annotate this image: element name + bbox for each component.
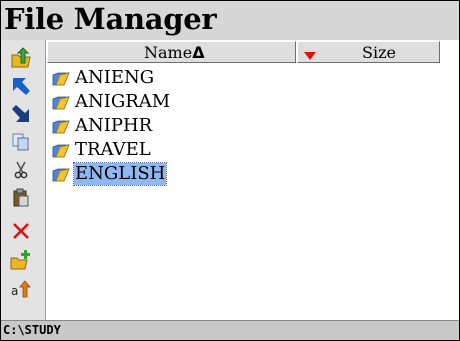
- paste-icon: [13, 188, 29, 207]
- file-name: ANIENG: [75, 67, 155, 88]
- list-item[interactable]: ANIENG: [48, 67, 348, 91]
- go-top-button[interactable]: [7, 73, 35, 99]
- folder-up-icon: [11, 47, 31, 68]
- file-name: TRAVEL: [75, 139, 151, 160]
- name-column-label: Name: [144, 43, 193, 62]
- file-name: ANIGRAM: [75, 91, 171, 112]
- column-header-bar: NameΔ Size: [46, 40, 459, 66]
- parent-folder-button[interactable]: [7, 45, 35, 71]
- arrow-down-right-icon: [12, 105, 29, 122]
- svg-text:a: a: [11, 284, 18, 298]
- folder-icon: [52, 117, 70, 139]
- folder-icon: [52, 93, 70, 115]
- sort-ascending-icon: Δ: [192, 43, 205, 62]
- list-item-selected[interactable]: ENGLISH: [48, 162, 348, 187]
- arrow-up-left-icon: [13, 78, 30, 95]
- list-item[interactable]: ANIGRAM: [48, 91, 348, 115]
- rename-icon: a: [11, 280, 31, 298]
- delete-button[interactable]: [7, 218, 35, 244]
- current-path: C:\STUDY: [3, 323, 61, 337]
- status-bar: C:\STUDY: [1, 320, 459, 340]
- toolbar: a: [1, 40, 46, 320]
- paste-button[interactable]: [7, 185, 35, 211]
- scissors-icon: [14, 161, 28, 179]
- list-item[interactable]: TRAVEL: [48, 139, 348, 163]
- cut-button[interactable]: [7, 157, 35, 183]
- file-name: ANIPHR: [75, 115, 153, 136]
- list-item[interactable]: ANIPHR: [48, 115, 348, 139]
- size-column-label: Size: [362, 43, 396, 62]
- new-folder-icon: [10, 250, 30, 270]
- folder-icon: [52, 165, 70, 187]
- new-folder-button[interactable]: [7, 247, 35, 273]
- name-column-header[interactable]: NameΔ: [47, 41, 296, 63]
- file-manager-window: File Manager a NameΔ Size ANIENG ANIGRAM…: [0, 0, 460, 341]
- red-x-icon: [13, 223, 29, 239]
- folder-icon: [52, 141, 70, 163]
- file-name: ENGLISH: [72, 162, 168, 186]
- folder-icon: [52, 69, 70, 91]
- app-title: File Manager: [4, 2, 217, 36]
- rename-button[interactable]: a: [7, 275, 35, 301]
- copy-icon: [12, 133, 29, 151]
- sort-marker-icon: [304, 46, 316, 65]
- size-column-header[interactable]: Size: [297, 41, 440, 63]
- title-bar: File Manager: [1, 1, 459, 40]
- go-bottom-button[interactable]: [7, 101, 35, 127]
- copy-button[interactable]: [7, 129, 35, 155]
- file-list: ANIENG ANIGRAM ANIPHR TRAVEL ENGLISH: [46, 66, 459, 320]
